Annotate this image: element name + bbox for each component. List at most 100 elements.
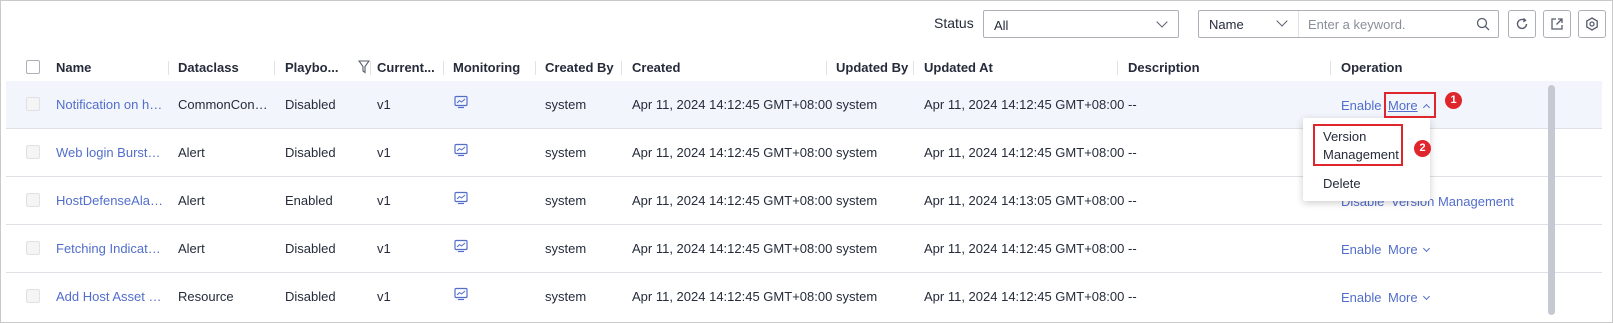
search-group: Name: [1198, 10, 1499, 38]
created-by-cell: system: [545, 97, 587, 112]
current-version-cell: v1: [377, 241, 391, 256]
dataclass-cell: Resource: [178, 289, 234, 304]
highlight-box-version-management: [1313, 124, 1403, 166]
more-link[interactable]: More: [1388, 242, 1430, 257]
menu-item-delete[interactable]: Delete: [1323, 175, 1361, 193]
playbook-name-link[interactable]: Add Host Asset P...: [56, 289, 164, 304]
chevron-down-icon: [1276, 15, 1288, 27]
column-separator: [621, 61, 622, 75]
created-cell: Apr 11, 2024 14:12:45 GMT+08:00: [632, 241, 833, 256]
created-cell: Apr 11, 2024 14:12:45 GMT+08:00: [632, 97, 833, 112]
column-header-created[interactable]: Created: [632, 60, 680, 75]
description-cell: --: [1128, 289, 1137, 304]
refresh-icon: [1516, 17, 1528, 30]
created-by-cell: system: [545, 145, 587, 160]
search-field-select[interactable]: Name: [1199, 11, 1299, 37]
row-checkbox[interactable]: [26, 97, 40, 111]
created-by-cell: system: [545, 193, 587, 208]
playbook-name-link[interactable]: Fetching Indicato...: [56, 241, 164, 256]
column-separator: [1117, 61, 1118, 75]
vertical-scrollbar[interactable]: [1548, 85, 1555, 315]
enable-link[interactable]: Enable: [1341, 290, 1381, 305]
row-checkbox[interactable]: [26, 241, 40, 255]
chevron-down-icon: [1422, 292, 1430, 301]
monitor-icon[interactable]: [454, 287, 468, 301]
enable-link[interactable]: Enable: [1341, 242, 1381, 257]
more-link-label: More: [1388, 242, 1418, 257]
enable-link[interactable]: Enable: [1341, 98, 1381, 113]
dataclass-cell: Alert: [178, 193, 205, 208]
updated-at-cell: Apr 11, 2024 14:12:45 GMT+08:00: [924, 289, 1125, 304]
dataclass-cell: Alert: [178, 241, 205, 256]
step-badge: 2: [1414, 140, 1431, 157]
dataclass-cell: Alert: [178, 145, 205, 160]
updated-at-cell: Apr 11, 2024 14:12:45 GMT+08:00: [924, 97, 1125, 112]
updated-by-cell: system: [836, 289, 878, 304]
more-link[interactable]: More: [1388, 290, 1430, 305]
column-separator: [913, 61, 914, 75]
description-cell: --: [1128, 97, 1137, 112]
toolbar: Status All Name: [0, 10, 1613, 40]
row-checkbox[interactable]: [26, 193, 40, 207]
monitor-icon[interactable]: [454, 143, 468, 157]
export-button[interactable]: [1543, 10, 1571, 38]
playbook-status-cell: Disabled: [285, 97, 336, 112]
description-cell: --: [1128, 193, 1137, 208]
playbook-status-cell: Disabled: [285, 289, 336, 304]
settings-button[interactable]: [1578, 10, 1606, 38]
search-icon[interactable]: [1476, 17, 1490, 31]
playbook-name-link[interactable]: Notification on ho...: [56, 97, 164, 112]
updated-at-cell: Apr 11, 2024 14:12:45 GMT+08:00: [924, 145, 1125, 160]
table-row: Fetching Indicato... Alert Disabled v1 s…: [6, 225, 1602, 273]
column-header-updated-at[interactable]: Updated At: [924, 60, 993, 75]
monitor-icon[interactable]: [454, 239, 468, 253]
column-header-description[interactable]: Description: [1128, 60, 1200, 75]
status-select-value: All: [994, 18, 1009, 33]
created-by-cell: system: [545, 289, 587, 304]
column-separator: [443, 61, 444, 75]
status-label: Status: [934, 15, 974, 31]
row-checkbox[interactable]: [26, 145, 40, 159]
created-cell: Apr 11, 2024 14:12:45 GMT+08:00: [632, 145, 833, 160]
column-separator: [1330, 61, 1331, 75]
column-header-dataclass[interactable]: Dataclass: [178, 60, 239, 75]
column-separator: [274, 61, 275, 75]
search-input[interactable]: [1300, 11, 1470, 37]
select-all-checkbox[interactable]: [26, 60, 40, 74]
column-separator: [370, 61, 371, 75]
column-header-playbook[interactable]: Playbo...: [285, 60, 338, 75]
updated-at-cell: Apr 11, 2024 14:12:45 GMT+08:00: [924, 241, 1125, 256]
updated-by-cell: system: [836, 97, 878, 112]
column-header-current[interactable]: Current...: [377, 60, 435, 75]
row-checkbox[interactable]: [26, 289, 40, 303]
description-cell: --: [1128, 241, 1137, 256]
playbook-name-link[interactable]: Web login Burst I...: [56, 145, 164, 160]
updated-by-cell: system: [836, 193, 878, 208]
gear-icon: [1586, 17, 1598, 31]
column-separator: [826, 61, 827, 75]
monitor-icon[interactable]: [454, 191, 468, 205]
created-cell: Apr 11, 2024 14:12:45 GMT+08:00: [632, 289, 833, 304]
column-header-name[interactable]: Name: [56, 60, 91, 75]
monitor-icon[interactable]: [454, 95, 468, 109]
current-version-cell: v1: [377, 145, 391, 160]
highlight-box-more: [1384, 92, 1436, 118]
filter-icon[interactable]: [358, 60, 370, 74]
chevron-down-icon: [1422, 244, 1430, 253]
chevron-down-icon: [1156, 16, 1168, 28]
column-header-created-by[interactable]: Created By: [545, 60, 614, 75]
current-version-cell: v1: [377, 97, 391, 112]
current-version-cell: v1: [377, 289, 391, 304]
column-header-monitoring[interactable]: Monitoring: [453, 60, 520, 75]
status-select[interactable]: All: [983, 10, 1179, 38]
search-field-value: Name: [1209, 17, 1244, 32]
playbook-name-link[interactable]: HostDefenseAlar...: [56, 193, 164, 208]
created-cell: Apr 11, 2024 14:12:45 GMT+08:00: [632, 193, 833, 208]
more-link-label: More: [1388, 290, 1418, 305]
updated-at-cell: Apr 11, 2024 14:13:05 GMT+08:00: [924, 193, 1125, 208]
refresh-button[interactable]: [1508, 10, 1536, 38]
table-header: Name Dataclass Playbo... Current... Moni…: [6, 53, 1602, 83]
column-separator: [168, 61, 169, 75]
column-header-updated-by[interactable]: Updated By: [836, 60, 908, 75]
created-by-cell: system: [545, 241, 587, 256]
